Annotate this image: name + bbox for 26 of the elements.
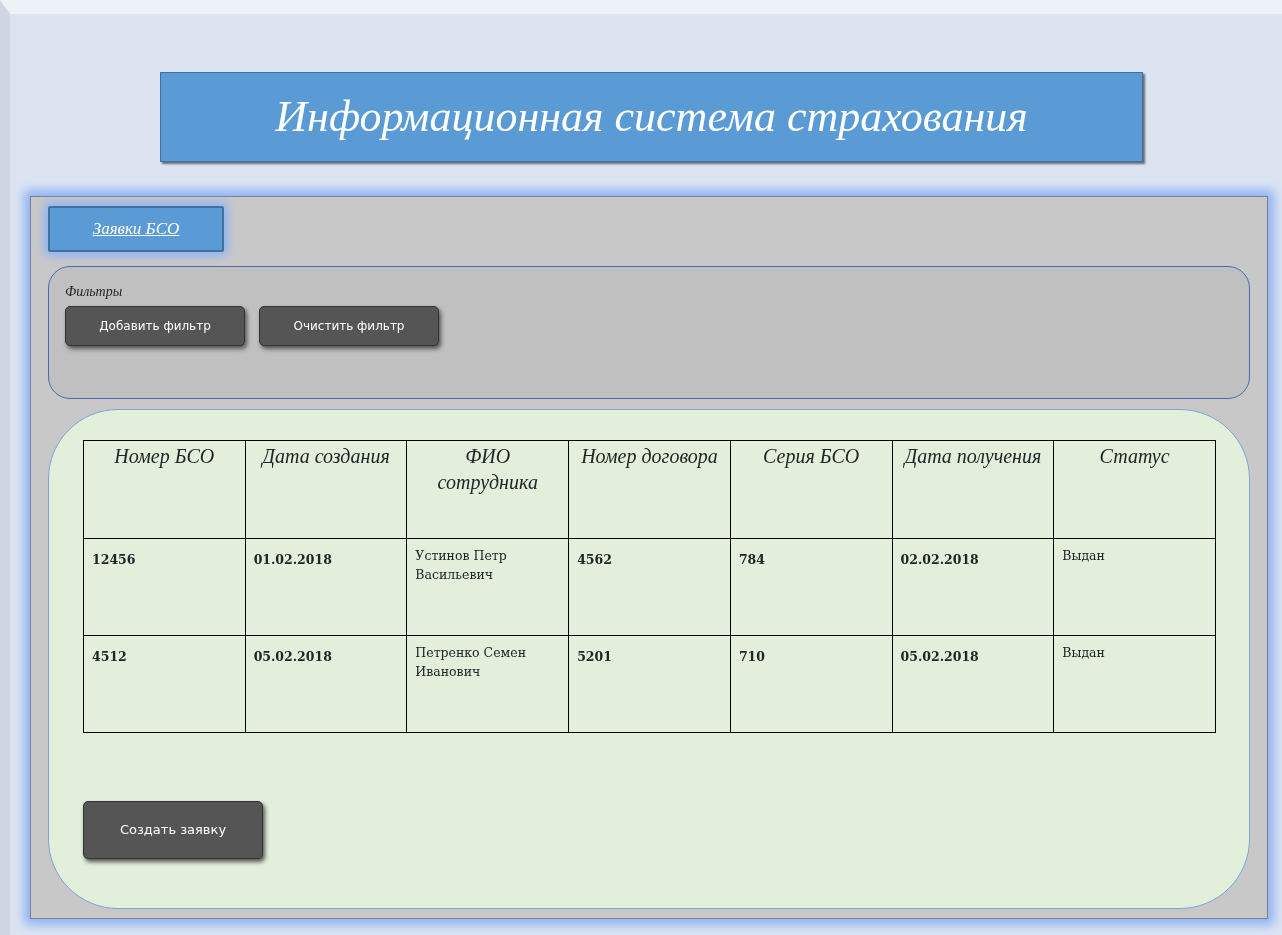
table-cell: 01.02.2018 [245,538,407,636]
table-cell: Выдан [1053,635,1216,733]
table-cell: 4562 [568,538,731,636]
table-cell: Петренко Семен Иванович [406,635,569,733]
app-title: Информационная система страхования [160,72,1143,162]
column-header: Дата получения [892,440,1054,539]
column-header: Серия БСО [730,440,892,539]
table-cell: 784 [730,538,892,636]
column-header: Статус [1053,440,1216,539]
table-cell: 4512 [83,635,246,733]
column-header: Номер БСО [83,440,246,539]
table-cell: 710 [730,635,892,733]
column-header: Дата создания [245,440,407,539]
filter-title: Фильтры [65,283,124,301]
column-header: Номер договора [568,440,731,539]
add-filter-button[interactable]: Добавить фильтр [65,306,245,346]
table-cell: 02.02.2018 [892,538,1054,636]
column-header: ФИО сотрудника [406,440,569,539]
clear-filter-button[interactable]: Очистить фильтр [259,306,439,346]
table-cell: 12456 [83,538,246,636]
table-cell: Выдан [1053,538,1216,636]
table-cell: 5201 [568,635,731,733]
table-cell: Устинов Петр Васильевич [406,538,569,636]
create-request-button[interactable]: Создать заявку [83,801,263,859]
table-cell: 05.02.2018 [245,635,407,733]
table-cell: 05.02.2018 [892,635,1054,733]
